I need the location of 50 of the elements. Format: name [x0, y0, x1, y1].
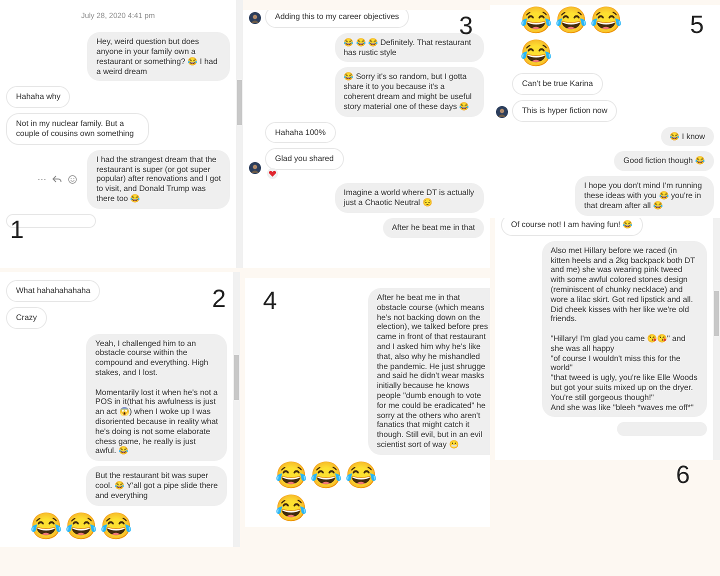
- emoji: 😂: [555, 5, 587, 35]
- emoji: 😂: [275, 492, 307, 523]
- emoji: 😂: [345, 460, 377, 490]
- emoji: 😂: [100, 510, 132, 541]
- message-text: 😂 Sorry it's so random, but I gotta share it to you because it's a coherent dream and might be useful story material one of these days 😂: [344, 72, 473, 112]
- message-text: Yeah, I challenged him to an obstacle course within the compound and everything. High stakes, and I lost. Momentarily lost it when he's not a POS in it(that his awfulness is just an act 😱) when I woke up I was disoriented because in reality what he's doing is not some elaborate chess game, he really is just awful. 😂: [95, 338, 218, 456]
- scrollbar[interactable]: [236, 0, 243, 268]
- message-text: 😂 😂 😂 Definitely. That restaurant has rustic style: [344, 38, 472, 58]
- emoji: 😂: [310, 460, 342, 490]
- message-text: I had the strangest dream that the restaurant is super (or got super popular) after renovations and I got to visit, and Donald Trump was there too 😂: [96, 154, 221, 204]
- message-text: Good fiction though 😂: [623, 156, 705, 166]
- message-text: Also met Hillary before we raced (in kitten heels and a 2kg backpack both DT and me) she was wearing pink tweed with some awful colored stones design (reminiscent of chunky necklace) and wore a lilac skirt. Got red lipstick and all. Did cheek kisses with her like we're old friends. "Hillary! I'm glad you came 😘😘" and she was all happy "of course I wouldn't miss this for the world" "that tweed is ugly, you're like Elle Woods but got your suits mixed up on the dryer. You're still gorgeous though!" And she was like "bleeh *waves me off*": [550, 246, 698, 412]
- message-text: 😂 I know: [670, 132, 705, 142]
- emoji: 😂: [30, 510, 62, 541]
- emoji: 😂: [590, 5, 622, 35]
- emoji: 😂: [520, 5, 552, 35]
- emoji: 😂: [65, 510, 97, 541]
- panel-number: 4: [263, 289, 277, 314]
- message-text: Crazy: [16, 312, 37, 323]
- scrollbar-thumb[interactable]: [237, 80, 242, 126]
- panel-number: 2: [212, 287, 226, 312]
- scrollbar-thumb[interactable]: [234, 354, 239, 400]
- emoji: 😂: [520, 38, 552, 68]
- message-text: After he beat me in that obstacle course (which means he's not backing down on the election), we talked before pres came in front of that restaurant and I asked him why he's like that, also why he mishandled the pandemic. He just shrugge and said he didn't wear masks initially because he knows people "dumb enough to vote for me could be eradicated" he sorry at the others who aren't fanatics that might catch it though. Still evil, but in an evil scientist sort of way 😬: [376, 293, 488, 450]
- heart-reaction-icon[interactable]: [267, 168, 278, 180]
- message-text: Glad you shared: [275, 154, 334, 164]
- message-text: But the restaurant bit was super cool. 😂 Y'all got a pipe slide there and everything: [95, 471, 218, 501]
- message-text: This is hyper fiction now: [522, 106, 608, 116]
- scrollbar-thumb[interactable]: [714, 290, 719, 336]
- emoji: 😂: [275, 460, 307, 490]
- message-text: Adding this to my career objectives: [275, 12, 400, 22]
- message-text: After he beat me in that: [392, 222, 475, 233]
- panel-number: 5: [690, 13, 704, 38]
- message-text: Can't be true Karina: [522, 79, 593, 89]
- scrollbar[interactable]: [713, 218, 720, 460]
- panel-number: 1: [10, 218, 24, 243]
- message-text: Of course not! I am having fun! 😂: [511, 220, 633, 230]
- panel-number: 6: [676, 463, 690, 488]
- message-text: Imagine a world where DT is actually just a Chaotic Neutral 😔: [344, 188, 475, 208]
- message-text: Hey, weird question but does anyone in your family own a restaurant or something? 😂 I had a weird dream: [96, 37, 219, 76]
- more-button[interactable]: ···: [37, 172, 46, 186]
- message-text: What hahahahahaha: [16, 286, 90, 296]
- emoji-icon[interactable]: [68, 174, 78, 184]
- message-text: I hope you don't mind I'm running these ideas with you 😂 you're in that dream after all 😂: [584, 181, 703, 211]
- panel-number: 3: [459, 14, 473, 39]
- scrollbar[interactable]: [233, 272, 240, 547]
- message-text: Hahaha 100%: [275, 128, 326, 138]
- reply-icon[interactable]: [52, 175, 62, 184]
- message-text: Not in my nuclear family. But a couple of cousins own something: [16, 119, 135, 139]
- message-text: Hahaha why: [16, 92, 60, 102]
